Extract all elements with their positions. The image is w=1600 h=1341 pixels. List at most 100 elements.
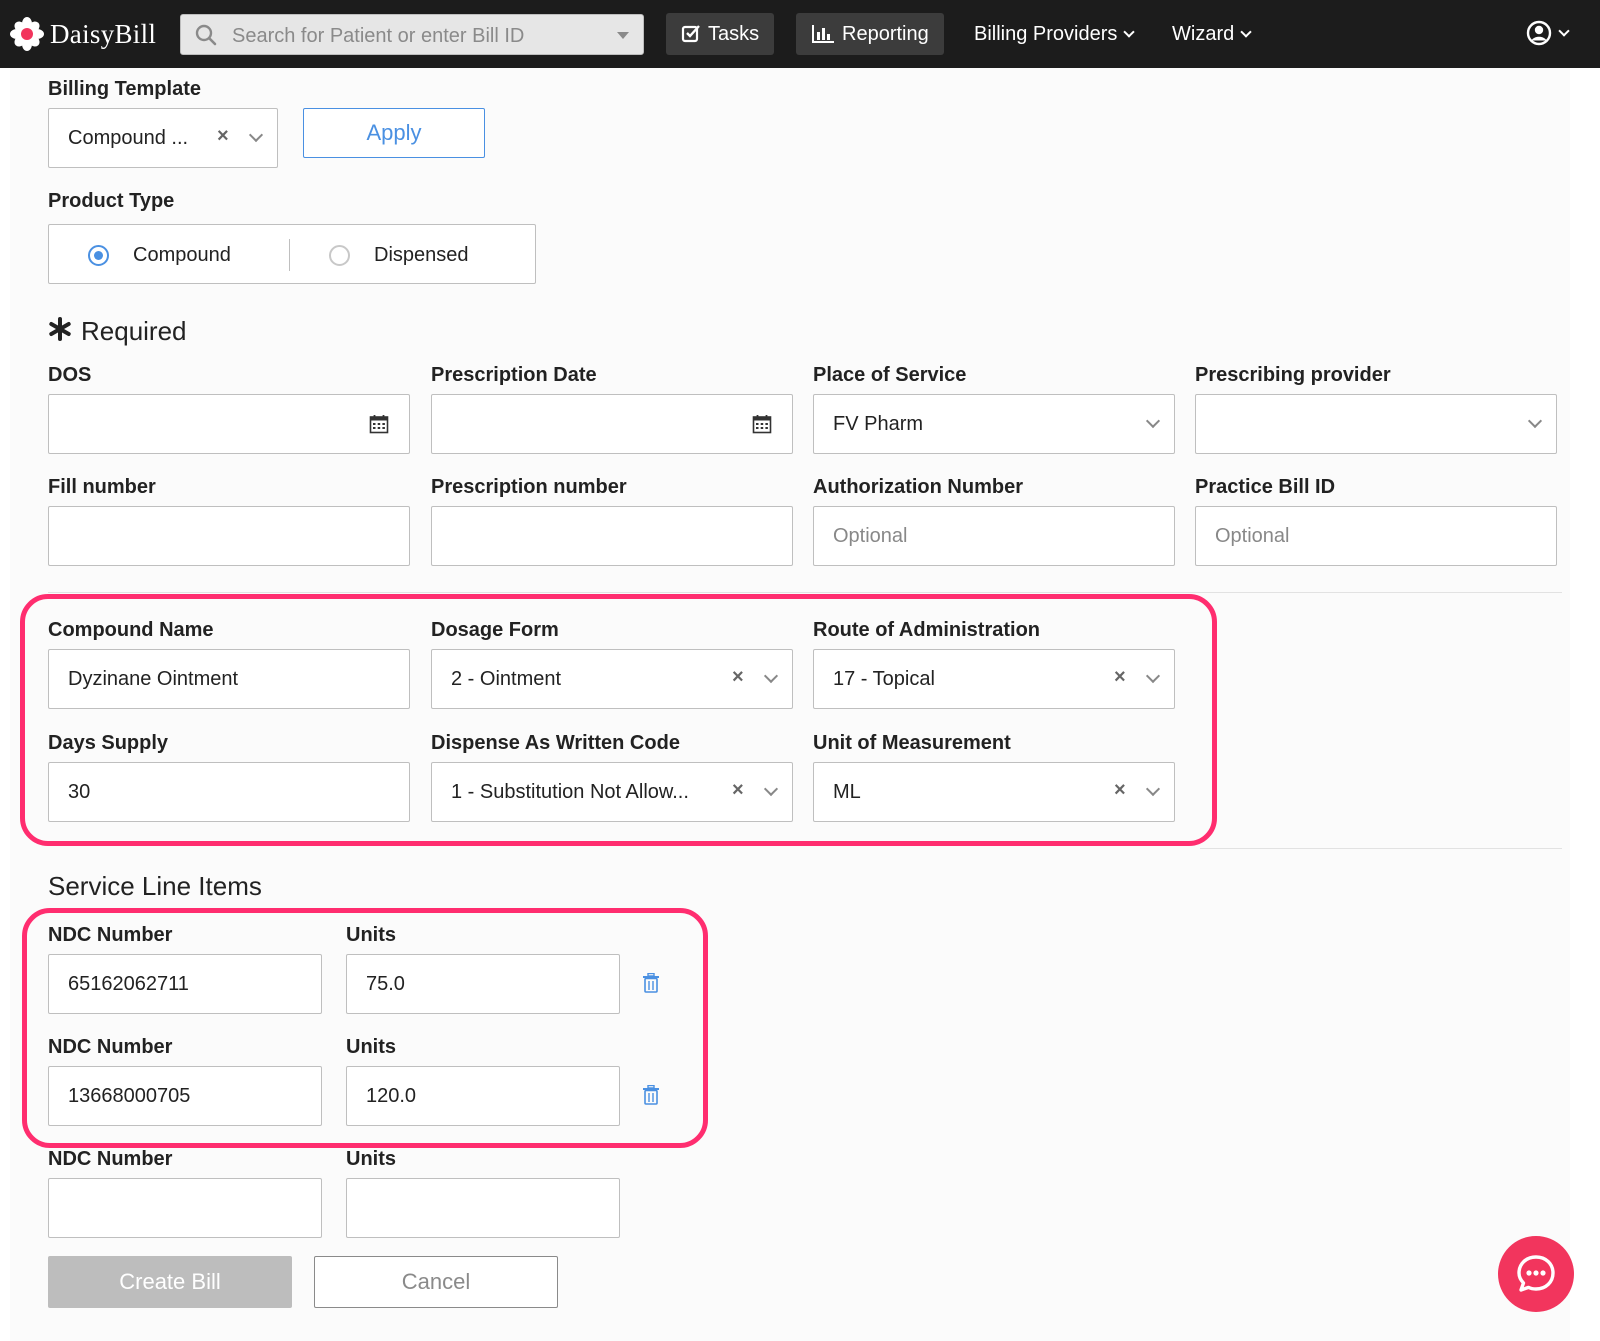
units-label: Units (346, 924, 396, 946)
billing-template-value: Compound ... (68, 127, 189, 149)
create-bill-button[interactable]: Create Bill (48, 1256, 292, 1308)
route-of-administration-value: 17 - Topical (833, 668, 935, 690)
place-of-service-select[interactable]: FV Pharm (813, 394, 1175, 454)
user-icon (1526, 20, 1552, 46)
ndc-number-input[interactable] (48, 1178, 322, 1238)
route-of-administration-label: Route of Administration (813, 619, 1041, 641)
bar-chart-icon (812, 25, 834, 43)
days-supply-value: 30 (68, 781, 91, 803)
practice-bill-id-input[interactable] (1195, 506, 1557, 566)
chevron-down-icon (1145, 413, 1161, 429)
chevron-down-icon (248, 127, 264, 143)
billing-providers-menu[interactable]: Billing Providers (974, 13, 1136, 55)
fill-number-label: Fill number (48, 476, 156, 498)
days-supply-input[interactable]: 30 (48, 762, 410, 822)
place-of-service-label: Place of Service (813, 364, 967, 386)
radio-dispensed[interactable] (329, 245, 350, 266)
fill-number-input[interactable] (48, 506, 410, 566)
brand-name: DaisyBill (50, 18, 157, 49)
authorization-number-label: Authorization Number (813, 476, 1023, 498)
units-input[interactable]: 75.0 (346, 954, 620, 1014)
checkbox-icon (681, 25, 700, 43)
wizard-label: Wizard (1172, 22, 1235, 45)
authorization-number-text[interactable] (814, 507, 1174, 565)
dos-label: DOS (48, 364, 92, 386)
calendar-icon[interactable] (369, 414, 389, 434)
tasks-label: Tasks (708, 22, 760, 45)
units-value: 120.0 (366, 1085, 417, 1107)
asterisk-icon (49, 317, 71, 341)
billing-template-label: Billing Template (48, 78, 201, 100)
radio-compound[interactable] (88, 245, 109, 266)
prescribing-provider-select[interactable] (1195, 394, 1557, 454)
dos-date-input[interactable] (48, 394, 410, 454)
ndc-number-label: NDC Number (48, 1036, 173, 1058)
chat-bubble-icon (1517, 1255, 1555, 1292)
chevron-down-icon (1527, 413, 1543, 429)
unit-of-measurement-label: Unit of Measurement (813, 732, 1011, 754)
clear-icon[interactable]: × (1114, 666, 1126, 689)
search-placeholder: Search for Patient or enter Bill ID (232, 25, 525, 47)
chevron-down-icon (1240, 25, 1252, 38)
units-label: Units (346, 1148, 396, 1170)
billing-template-select[interactable]: Compound ... × (48, 108, 278, 168)
chevron-down-icon (763, 668, 779, 684)
clear-icon[interactable]: × (732, 666, 744, 689)
units-label: Units (346, 1036, 396, 1058)
dispense-as-written-select[interactable]: 1 - Substitution Not Allow... × (431, 762, 793, 822)
section-divider (48, 592, 1562, 593)
radio-compound-label[interactable]: Compound (133, 244, 231, 267)
service-line-items-title: Service Line Items (48, 871, 262, 901)
ndc-number-value: 13668000705 (68, 1085, 191, 1107)
apply-button[interactable]: Apply (303, 108, 485, 158)
ndc-number-input[interactable]: 13668000705 (48, 1066, 322, 1126)
chat-button[interactable] (1498, 1236, 1574, 1312)
product-type-radio-group: Compound Dispensed (48, 224, 536, 284)
trash-icon[interactable] (642, 973, 660, 993)
chevron-down-icon (1145, 781, 1161, 797)
user-menu[interactable] (1526, 20, 1570, 46)
patient-search-input[interactable]: Search for Patient or enter Bill ID (180, 14, 644, 55)
dispense-as-written-value: 1 - Substitution Not Allow... (451, 781, 689, 803)
radio-dispensed-label[interactable]: Dispensed (374, 244, 469, 267)
practice-bill-id-label: Practice Bill ID (1195, 476, 1336, 498)
units-input[interactable] (346, 1178, 620, 1238)
caret-down-icon[interactable] (617, 32, 629, 39)
clear-icon[interactable]: × (732, 779, 744, 802)
days-supply-label: Days Supply (48, 732, 169, 754)
tasks-button[interactable]: Tasks (666, 13, 775, 55)
reporting-button[interactable]: Reporting (796, 13, 944, 55)
dosage-form-select[interactable]: 2 - Ointment × (431, 649, 793, 709)
practice-bill-id-text[interactable] (1196, 507, 1556, 565)
ndc-number-input[interactable]: 65162062711 (48, 954, 322, 1014)
chevron-down-icon (763, 781, 779, 797)
unit-of-measurement-select[interactable]: ML × (813, 762, 1175, 822)
billing-providers-label: Billing Providers (974, 22, 1118, 45)
section-divider (1200, 848, 1562, 849)
units-input[interactable]: 120.0 (346, 1066, 620, 1126)
brand-logo[interactable]: DaisyBill (10, 16, 156, 52)
cancel-button[interactable]: Cancel (314, 1256, 558, 1308)
compound-name-label: Compound Name (48, 619, 214, 641)
clear-icon[interactable]: × (217, 125, 229, 148)
prescription-number-label: Prescription number (431, 476, 627, 498)
route-of-administration-select[interactable]: 17 - Topical × (813, 649, 1175, 709)
chevron-down-icon (1123, 25, 1136, 38)
prescription-date-input[interactable] (431, 394, 793, 454)
compound-name-input[interactable]: Dyzinane Ointment (48, 649, 410, 709)
units-value: 75.0 (366, 973, 405, 995)
ndc-number-label: NDC Number (48, 1148, 173, 1170)
prescription-number-input[interactable] (431, 506, 793, 566)
divider (289, 239, 290, 271)
calendar-icon[interactable] (752, 414, 772, 434)
place-of-service-value: FV Pharm (833, 413, 924, 435)
ndc-number-value: 65162062711 (68, 973, 189, 995)
trash-icon[interactable] (642, 1085, 660, 1105)
reporting-label: Reporting (842, 22, 929, 45)
authorization-number-input[interactable] (813, 506, 1175, 566)
prescribing-provider-label: Prescribing provider (1195, 364, 1391, 386)
compound-name-value: Dyzinane Ointment (68, 668, 239, 690)
clear-icon[interactable]: × (1114, 779, 1126, 802)
chevron-down-icon (1558, 24, 1570, 37)
wizard-menu[interactable]: Wizard (1172, 13, 1252, 55)
